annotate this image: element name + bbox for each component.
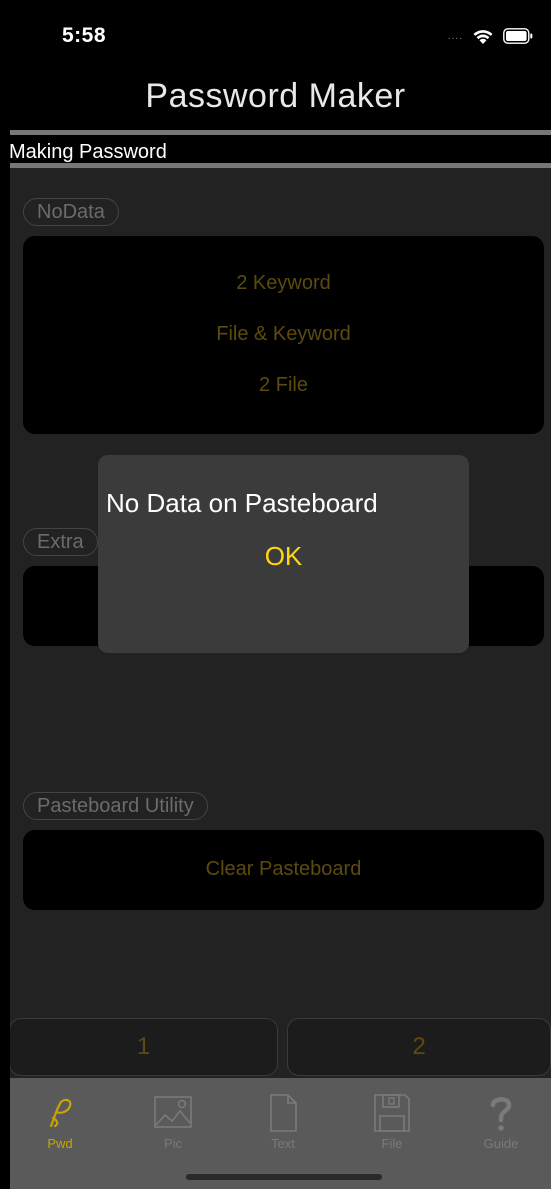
tab-pic-label: Pic [163, 1136, 183, 1151]
app-screen: 5:58 .... Password Maker Making Password… [0, 0, 551, 1189]
pasteboard-utility-label: Pasteboard Utility [23, 792, 208, 820]
clear-pasteboard-button[interactable]: Clear Pasteboard [23, 858, 544, 881]
pasteboard-card: Clear Pasteboard [23, 830, 544, 910]
tab-guide-label: Guide [483, 1136, 519, 1151]
wifi-icon [473, 30, 493, 44]
nodata-label: NoData [23, 198, 119, 226]
status-time: 5:58 [62, 24, 107, 47]
password-mode-card: 2 Keyword File & Keyword 2 File [23, 236, 544, 434]
tab-file-label: File [381, 1136, 403, 1151]
tab-bar: Pwd Pic Text File Guide [0, 1078, 551, 1189]
status-bar: 5:58 .... [0, 0, 551, 74]
extra-label: Extra [23, 528, 98, 556]
segment-1-button[interactable]: 1 [9, 1018, 278, 1076]
segment-2-button[interactable]: 2 [287, 1018, 551, 1076]
tab-pic[interactable]: Pic [118, 1078, 228, 1158]
alert-dialog: No Data on Pasteboard OK [98, 455, 469, 653]
tab-guide[interactable]: Guide [446, 1078, 551, 1158]
document-icon [270, 1094, 297, 1132]
alert-message: No Data on Pasteboard [106, 488, 378, 518]
signal-icon: .... [447, 30, 463, 42]
mode-file-keyword[interactable]: File & Keyword [23, 323, 544, 346]
battery-icon [503, 28, 533, 44]
status-indicators: .... [448, 26, 533, 46]
section-header: Making Password [0, 130, 551, 168]
script-p-icon [49, 1098, 72, 1128]
left-edge [0, 0, 10, 1189]
floppy-disk-icon [374, 1094, 410, 1132]
picture-icon [154, 1096, 192, 1128]
mode-2-file[interactable]: 2 File [23, 374, 544, 397]
page-title: Password Maker [145, 77, 406, 115]
alert-ok-button[interactable]: OK [98, 541, 469, 572]
tab-text[interactable]: Text [228, 1078, 338, 1158]
home-indicator[interactable] [186, 1174, 382, 1180]
tab-pwd[interactable]: Pwd [5, 1078, 115, 1158]
tab-file[interactable]: File [337, 1078, 447, 1158]
tab-text-label: Text [271, 1136, 295, 1151]
tab-pwd-label: Pwd [47, 1136, 73, 1151]
section-title: Making Password [9, 141, 167, 163]
question-mark-icon [490, 1097, 512, 1131]
mode-2-keyword[interactable]: 2 Keyword [23, 272, 544, 295]
